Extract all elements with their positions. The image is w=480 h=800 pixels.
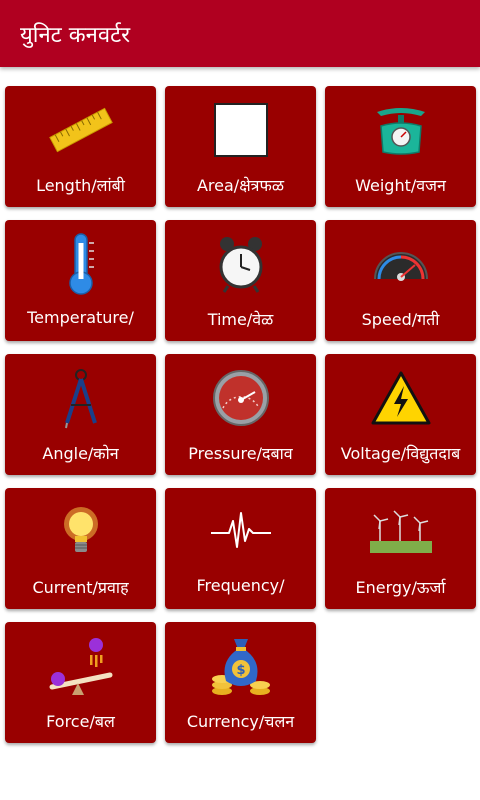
force-label: Force/बल — [46, 712, 115, 731]
voltage-label: Voltage/विद्युतदाब — [340, 444, 461, 463]
angle-converter-card[interactable]: Angle/कोन — [5, 354, 156, 475]
square-icon — [165, 96, 316, 164]
currency-converter-card[interactable]: $ Currency/चलन — [165, 622, 316, 743]
money-bag-icon: $ — [165, 632, 316, 700]
pressure-converter-card[interactable]: Pressure/दबाव — [165, 354, 316, 475]
svg-text:$: $ — [236, 663, 245, 678]
alarm-clock-icon — [165, 230, 316, 298]
high-voltage-icon — [325, 364, 476, 432]
weight-converter-card[interactable]: Weight/वजन — [325, 86, 476, 207]
scale-icon — [325, 96, 476, 164]
weight-label: Weight/वजन — [355, 176, 446, 195]
frequency-converter-card[interactable]: Frequency/ — [165, 488, 316, 609]
area-label: Area/क्षेत्रफळ — [196, 176, 284, 195]
pressure-gauge-icon — [165, 364, 316, 432]
pulse-wave-icon — [165, 498, 316, 566]
length-converter-card[interactable]: Length/लांबी — [5, 86, 156, 207]
thermometer-icon — [5, 230, 156, 298]
speed-converter-card[interactable]: Speed/गती — [325, 220, 476, 341]
voltage-converter-card[interactable]: Voltage/विद्युतदाब — [325, 354, 476, 475]
energy-converter-card[interactable]: Energy/ऊर्जा — [325, 488, 476, 609]
length-label: Length/लांबी — [36, 176, 125, 195]
time-label: Time/वेळ — [207, 310, 274, 329]
energy-label: Energy/ऊर्जा — [355, 578, 446, 597]
compass-icon — [5, 364, 156, 432]
temperature-converter-card[interactable]: Temperature/ — [5, 220, 156, 341]
force-converter-card[interactable]: Force/बल — [5, 622, 156, 743]
pressure-label: Pressure/दबाव — [188, 444, 293, 463]
speed-label: Speed/गती — [361, 310, 440, 329]
area-converter-card[interactable]: Area/क्षेत्रफळ — [165, 86, 316, 207]
wind-turbines-icon — [325, 498, 476, 566]
seesaw-icon — [5, 632, 156, 700]
angle-label: Angle/कोन — [42, 444, 119, 463]
currency-label: Currency/चलन — [186, 712, 295, 731]
ruler-icon — [5, 96, 156, 164]
time-converter-card[interactable]: Time/वेळ — [165, 220, 316, 341]
frequency-label: Frequency/ — [196, 576, 285, 595]
light-bulb-icon — [5, 498, 156, 566]
temperature-label: Temperature/ — [27, 308, 134, 327]
current-label: Current/प्रवाह — [32, 578, 129, 597]
speedometer-icon — [325, 230, 476, 298]
converter-grid: Length/लांबी Area/क्षेत्रफळ Weight/वजन T… — [0, 0, 480, 800]
current-converter-card[interactable]: Current/प्रवाह — [5, 488, 156, 609]
